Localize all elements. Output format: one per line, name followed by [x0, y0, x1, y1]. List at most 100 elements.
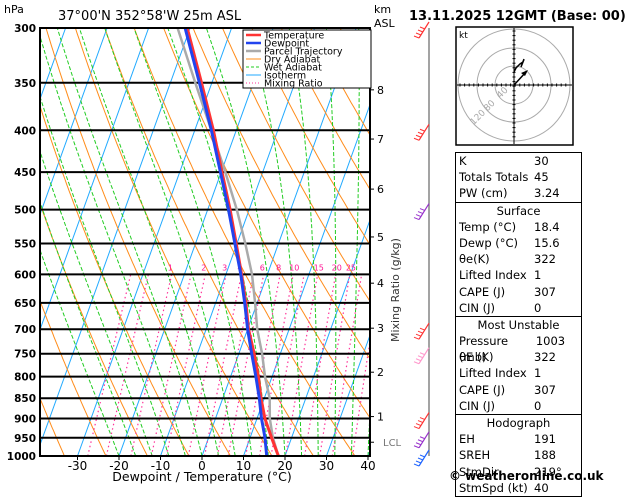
table-row: K30 [456, 153, 581, 169]
barb-feather [416, 334, 421, 336]
pressure-tick-label: 750 [14, 349, 36, 361]
barb-feather [420, 209, 425, 211]
isotherm-line [161, 28, 315, 456]
surface-section: SurfaceTemp (°C)18.4Dewp (°C) 15.6θe(K)32… [456, 202, 581, 316]
barb-feather [418, 212, 423, 214]
wind-barb-icon [414, 432, 429, 448]
pressure-tick-label: 800 [14, 372, 36, 384]
barb-feather [416, 215, 421, 217]
km-tick-label: 7 [377, 133, 384, 146]
barb-feather [416, 424, 421, 426]
section-title: Surface [456, 203, 581, 219]
km-tick-label: 8 [377, 84, 384, 97]
mixing-ratio-line [353, 274, 381, 456]
pressure-tick-label: 600 [14, 269, 36, 281]
section-title: Hodograph [456, 415, 581, 431]
wet-adiabat-line [168, 28, 269, 456]
mixing-ratio-line [188, 274, 226, 456]
row-value: 1003 [536, 333, 578, 349]
legend: TemperatureDewpointParcel TrajectoryDry … [243, 30, 371, 90]
barb-feather [416, 33, 421, 35]
pressure-tick-label: 550 [14, 238, 36, 250]
isotherm-line [244, 28, 398, 456]
barb-feather [418, 132, 423, 134]
pressure-tick-label: 700 [14, 324, 36, 336]
barb-feather [414, 427, 419, 429]
table-row: Lifted Index1 [456, 365, 581, 381]
barb-feather [420, 353, 425, 355]
barb-feather [414, 218, 419, 220]
barb-feather [414, 464, 419, 466]
mixing-ratio-line [151, 274, 191, 456]
row-value: 3.24 [534, 185, 578, 201]
table-row: θE (K)322 [456, 349, 581, 365]
most-unstable-section: Most UnstablePressure (mb)1003θE (K)322L… [456, 316, 581, 414]
mixing-ratio-line [305, 274, 336, 456]
mixing-ratio-label: 10 [289, 263, 299, 272]
row-value: 191 [534, 431, 578, 447]
legend-label: Mixing Ratio [264, 79, 323, 90]
location-title: 37°00'N 352°58'W 25m ASL [58, 9, 242, 24]
km-tick-label: 3 [377, 322, 384, 335]
row-label: θE (K) [459, 349, 493, 365]
mixing-ratio-label: 25 [346, 263, 356, 272]
mixing-ratio-label: 6 [260, 263, 265, 272]
mixing-ratio-line [286, 274, 318, 456]
table-row: Totals Totals45 [456, 169, 581, 185]
mixing-ratio-label: 2 [201, 263, 206, 272]
barb-feather [418, 356, 423, 358]
barb-feather [414, 337, 419, 339]
row-value: 1 [534, 267, 578, 283]
wind-barb-icon [414, 22, 429, 38]
wind-barb-icon [414, 204, 429, 220]
table-row: EH191 [456, 431, 581, 447]
row-label: Totals Totals [459, 169, 528, 185]
barb-feather [416, 135, 421, 137]
lcl-label: LCL [383, 438, 402, 449]
barb-feather [420, 27, 425, 29]
row-label: Dewp (°C) [459, 235, 518, 251]
isotherm-line [36, 28, 190, 456]
barb-staff [419, 413, 429, 429]
table-row: CAPE (J)307 [456, 382, 581, 398]
row-value: 15.6 [534, 235, 578, 251]
row-label: K [459, 153, 467, 169]
pressure-tick-label: 900 [14, 414, 36, 426]
table-row: θe(K)322 [456, 251, 581, 267]
row-label: CAPE (J) [459, 284, 505, 300]
pressure-tick-label: 450 [14, 167, 36, 179]
pressure-tick-label: 300 [14, 23, 36, 35]
pressure-tick-label: 950 [14, 433, 36, 445]
row-label: CAPE (J) [459, 382, 505, 398]
row-label: SREH [459, 447, 490, 463]
km-tick-label: 2 [377, 366, 384, 379]
isotherm-line [285, 28, 439, 456]
barb-feather [418, 421, 423, 423]
barb-feather [416, 443, 421, 445]
wet-adiabat-line [248, 28, 302, 456]
barb-feather [414, 446, 419, 448]
wind-barb-icon [414, 124, 429, 140]
wet-adiabat-line [326, 28, 335, 456]
datetime-title: 13.11.2025 12GMT (Base: 00) [409, 9, 626, 24]
row-value: 0 [534, 398, 578, 414]
table-row: CIN (J)0 [456, 398, 581, 414]
x-tick-label: 40 [360, 459, 375, 473]
table-row: PW (cm)3.24 [456, 185, 581, 201]
table-row: Dewp (°C) 15.6 [456, 235, 581, 251]
x-tick-label: 30 [319, 459, 334, 473]
hodograph-unit: kt [459, 31, 468, 41]
barb-feather [418, 331, 423, 333]
km-tick-label: 6 [377, 183, 384, 196]
row-value: 188 [534, 447, 578, 463]
table-row: Temp (°C)18.4 [456, 219, 581, 235]
barb-feather [414, 36, 419, 38]
barb-feather [420, 328, 425, 330]
row-value: 322 [534, 251, 578, 267]
row-value: 0 [534, 300, 578, 316]
indices-table: K30Totals Totals45PW (cm)3.24 SurfaceTem… [455, 152, 582, 497]
barb-staff [419, 450, 429, 466]
barb-feather [414, 362, 419, 364]
table-row: CIN (J)0 [456, 300, 581, 316]
barb-feather [418, 30, 423, 32]
